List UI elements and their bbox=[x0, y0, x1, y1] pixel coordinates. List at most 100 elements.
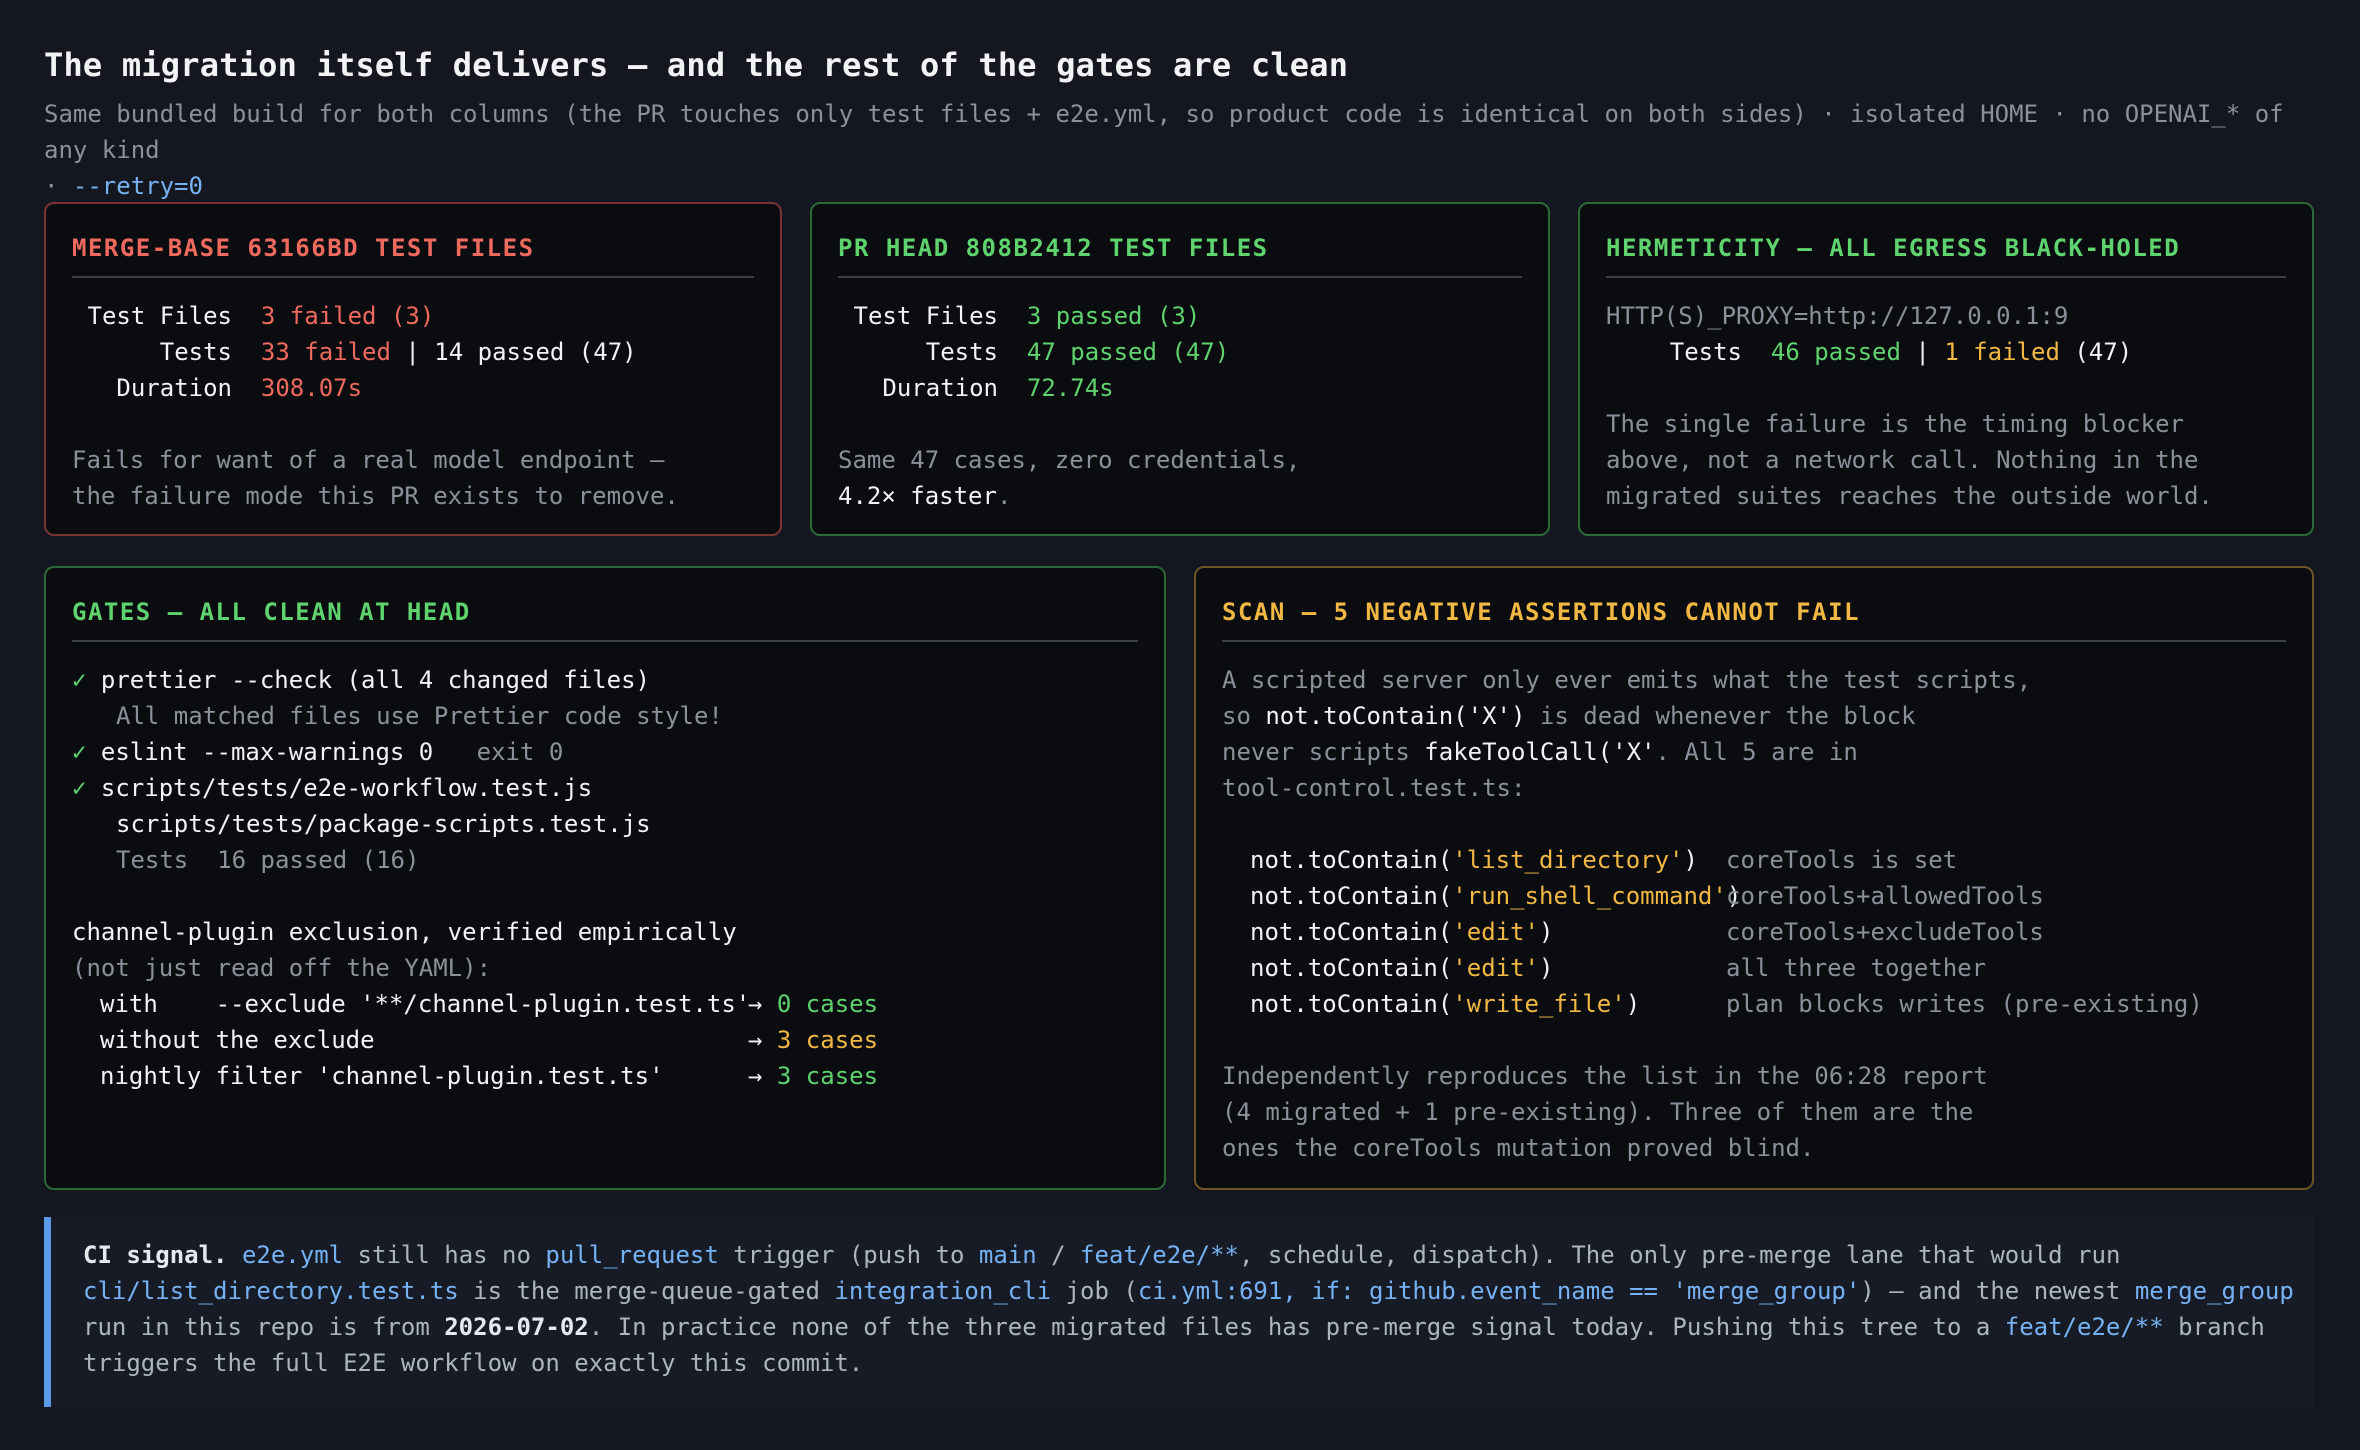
exclusion-count: 3 cases bbox=[776, 1026, 879, 1054]
stat-total: (47) bbox=[2059, 338, 2133, 366]
stat-key: Duration bbox=[116, 374, 232, 402]
assertion-row: not.toContain('list_directory') coreTools… bbox=[1222, 842, 2286, 878]
hermeticity-card: HERMETICITY — ALL EGRESS BLACK-HOLED HTT… bbox=[1578, 202, 2314, 536]
stat-value: 3 failed (3) bbox=[260, 302, 435, 330]
stat-key: Tests bbox=[925, 338, 998, 366]
stat-value: 3 passed (3) bbox=[1026, 302, 1201, 330]
hermeticity-note: The single failure is the timing blocker bbox=[1606, 410, 2184, 438]
exclusion-row: nightly filter 'channel-plugin.test.ts' →… bbox=[72, 1058, 1138, 1094]
stat-value: 47 passed (47) bbox=[1026, 338, 1230, 366]
pr-head-duration-row: Duration 72.74s bbox=[838, 370, 1522, 406]
assertion-fn: not.toContain( bbox=[1250, 954, 1453, 982]
assertion-arg: 'list_directory' bbox=[1452, 846, 1684, 874]
ci-text: . In practice none of the three migrated… bbox=[588, 1313, 2005, 1341]
merge-base-note: Fails for want of a real model endpoint … bbox=[72, 446, 665, 474]
assertion-arg: 'write_file' bbox=[1452, 990, 1626, 1018]
code-ref: cli/list_directory.test.ts bbox=[83, 1277, 459, 1305]
stat-key: Duration bbox=[882, 374, 998, 402]
gate-eslint: ✓ eslint --max-warnings 0 exit 0 bbox=[72, 734, 1138, 770]
hermeticity-heading: HERMETICITY — ALL EGRESS BLACK-HOLED bbox=[1606, 234, 2286, 278]
ci-text: , schedule, dispatch). The only pre-merg… bbox=[1239, 1241, 2121, 1269]
assertion-fn: not.toContain( bbox=[1250, 846, 1453, 874]
code-ref: merge_group bbox=[2134, 1277, 2294, 1305]
arrow-icon: → bbox=[748, 990, 763, 1018]
stat-key: Tests bbox=[159, 338, 232, 366]
gate-command: scripts/tests/e2e-workflow.test.js bbox=[100, 774, 593, 802]
merge-base-test-files-row: Test Files 3 failed (3) bbox=[72, 298, 754, 334]
ci-text: still has no bbox=[343, 1241, 546, 1269]
proxy-line: HTTP(S)_PROXY=http://127.0.0.1:9 bbox=[1606, 302, 2069, 330]
scan-summary-3: ones the coreTools mutation proved blind… bbox=[1222, 1134, 1815, 1162]
retry-flag: --retry=0 bbox=[72, 172, 203, 200]
scan-summary: Independently reproduces the list in the… bbox=[1222, 1062, 1988, 1090]
code-snippet: fakeToolCall('X' bbox=[1424, 738, 1656, 766]
merge-base-tests-row: Tests 33 failed | 14 passed (47) bbox=[72, 334, 754, 370]
pr-head-note: Same 47 cases, zero credentials, bbox=[838, 446, 1301, 474]
assertion-close: ) bbox=[1683, 846, 1698, 874]
scan-heading: SCAN — 5 NEGATIVE ASSERTIONS CANNOT FAIL bbox=[1222, 598, 2286, 642]
assertion-code: not.toContain('run_shell_command') bbox=[1250, 878, 1741, 914]
ci-text: ) — and the newest bbox=[1860, 1277, 2135, 1305]
ci-date: 2026-07-02 bbox=[444, 1313, 589, 1341]
hermeticity-note-3: migrated suites reaches the outside worl… bbox=[1606, 482, 2213, 510]
scan-summary-2: (4 migrated + 1 pre-existing). Three of … bbox=[1222, 1098, 1974, 1126]
arrow-icon: → bbox=[748, 1062, 763, 1090]
gate-test-file: scripts/tests/package-scripts.test.js bbox=[116, 810, 651, 838]
ci-line-1: CI signal. e2e.yml still has no pull_req… bbox=[83, 1237, 2314, 1273]
page-subtitle: Same bundled build for both columns (the… bbox=[44, 96, 2324, 204]
stat-value: 308.07s bbox=[260, 374, 363, 402]
exclusion-count: 3 cases bbox=[776, 1062, 879, 1090]
exclusion-row: without the exclude → 3 cases bbox=[72, 1022, 1138, 1058]
assertion-arg: 'edit' bbox=[1452, 954, 1539, 982]
assertion-row: not.toContain('edit') coreTools+excludeTo… bbox=[1222, 914, 2286, 950]
ci-text: is the merge-queue-gated bbox=[458, 1277, 835, 1305]
gates-heading: GATES — ALL CLEAN AT HEAD bbox=[72, 598, 1138, 642]
ci-line-4: triggers the full E2E workflow on exactl… bbox=[83, 1349, 864, 1377]
assertion-list: not.toContain('list_directory') coreTools… bbox=[1222, 842, 2286, 1022]
pr-head-card: PR HEAD 808B2412 TEST FILES Test Files 3… bbox=[810, 202, 1550, 536]
stat-failed: 1 failed bbox=[1944, 338, 2060, 366]
merge-base-note-2: the failure mode this PR exists to remov… bbox=[72, 482, 679, 510]
scan-card: SCAN — 5 NEGATIVE ASSERTIONS CANNOT FAIL… bbox=[1194, 566, 2314, 1190]
assertion-row: not.toContain('run_shell_command')coreTo… bbox=[1222, 878, 2286, 914]
exclusion-subheading: (not just read off the YAML): bbox=[72, 954, 492, 982]
pr-head-note-2: 4.2× faster. bbox=[838, 478, 1522, 514]
ci-label: CI signal. bbox=[83, 1241, 228, 1269]
assertion-fn: not.toContain( bbox=[1250, 918, 1453, 946]
assertion-arg: 'run_shell_command' bbox=[1452, 882, 1727, 910]
check-icon: ✓ bbox=[72, 738, 87, 766]
assertion-fn: not.toContain( bbox=[1250, 882, 1453, 910]
exclusion-label: without the exclude bbox=[100, 1026, 375, 1054]
code-ref: ci.yml:691, if: github.event_name == 'me… bbox=[1137, 1277, 1861, 1305]
ci-signal-callout: CI signal. e2e.yml still has no pull_req… bbox=[44, 1217, 2314, 1407]
code-ref: e2e.yml bbox=[241, 1241, 344, 1269]
assertion-note: plan blocks writes (pre-existing) bbox=[1726, 990, 2203, 1018]
stat-key: Tests bbox=[1669, 338, 1742, 366]
subtitle-line: Same bundled build for both columns (the… bbox=[44, 100, 2284, 164]
page-title: The migration itself delivers — and the … bbox=[44, 46, 1349, 84]
exclusion-label: nightly filter 'channel-plugin.test.ts' bbox=[100, 1062, 664, 1090]
check-icon: ✓ bbox=[72, 666, 87, 694]
scan-text: so not.toContain('X') is dead whenever t… bbox=[1222, 698, 2286, 734]
gate-command: eslint --max-warnings 0 bbox=[100, 738, 434, 766]
scan-text-part: is dead whenever the block bbox=[1525, 702, 1916, 730]
assertion-note: coreTools+excludeTools bbox=[1726, 918, 2044, 946]
ci-line-2: cli/list_directory.test.ts is the merge-… bbox=[83, 1273, 2314, 1309]
code-ref: feat/e2e/** bbox=[2004, 1313, 2164, 1341]
gate-command: prettier --check (all 4 changed files) bbox=[100, 666, 650, 694]
punct: . bbox=[996, 482, 1012, 510]
assertion-close: ) bbox=[1539, 954, 1554, 982]
stat-key: Test Files bbox=[87, 302, 233, 330]
exclusion-count: 0 cases bbox=[776, 990, 879, 1018]
merge-base-duration-row: Duration 308.07s bbox=[72, 370, 754, 406]
gate-tests: ✓ scripts/tests/e2e-workflow.test.js bbox=[72, 770, 1138, 806]
scan-text: never scripts fakeToolCall('X'. All 5 ar… bbox=[1222, 734, 2286, 770]
scan-text-part: so bbox=[1222, 702, 1266, 730]
pr-head-test-files-row: Test Files 3 passed (3) bbox=[838, 298, 1522, 334]
scan-text: tool-control.test.ts: bbox=[1222, 774, 1526, 802]
ci-text: / bbox=[1036, 1241, 1081, 1269]
hermeticity-note-2: above, not a network call. Nothing in th… bbox=[1606, 446, 2199, 474]
code-ref: pull_request bbox=[545, 1241, 719, 1269]
merge-base-heading: MERGE-BASE 63166BD TEST FILES bbox=[72, 234, 754, 278]
assertion-code: not.toContain('edit') bbox=[1250, 914, 1726, 950]
